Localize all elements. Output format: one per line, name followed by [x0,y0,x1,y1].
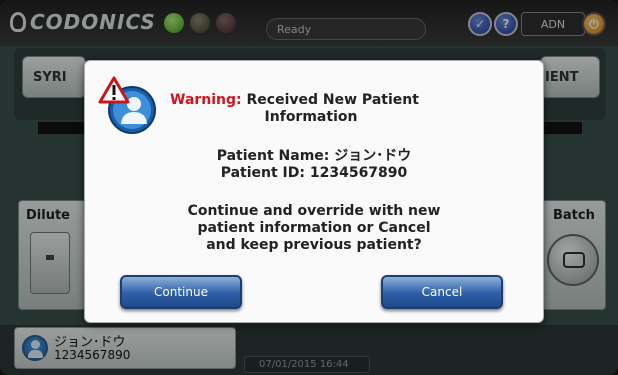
title-line-1: Received New Patient [246,92,419,108]
app-screen: CODONICS Ready ✓ ? ADN ⏻ SYRI IENT Dilut… [0,0,618,375]
cancel-button[interactable]: Cancel [381,275,503,309]
warning-patient-icon [98,76,156,134]
dialog-title: Warning: Received New Patient Informatio… [170,92,490,126]
continue-button[interactable]: Continue [120,275,242,309]
message-line-3: and keep previous patient? [206,237,422,253]
patient-id-line: Patient ID: 1234567890 [220,165,408,181]
message-line-1: Continue and override with new [187,203,441,219]
warning-label: Warning: [170,92,242,108]
message-line-2: patient information or Cancel [197,220,431,236]
title-line-2: Information [264,109,358,125]
patient-name-line: Patient Name: ジョン･ドウ [216,148,412,164]
